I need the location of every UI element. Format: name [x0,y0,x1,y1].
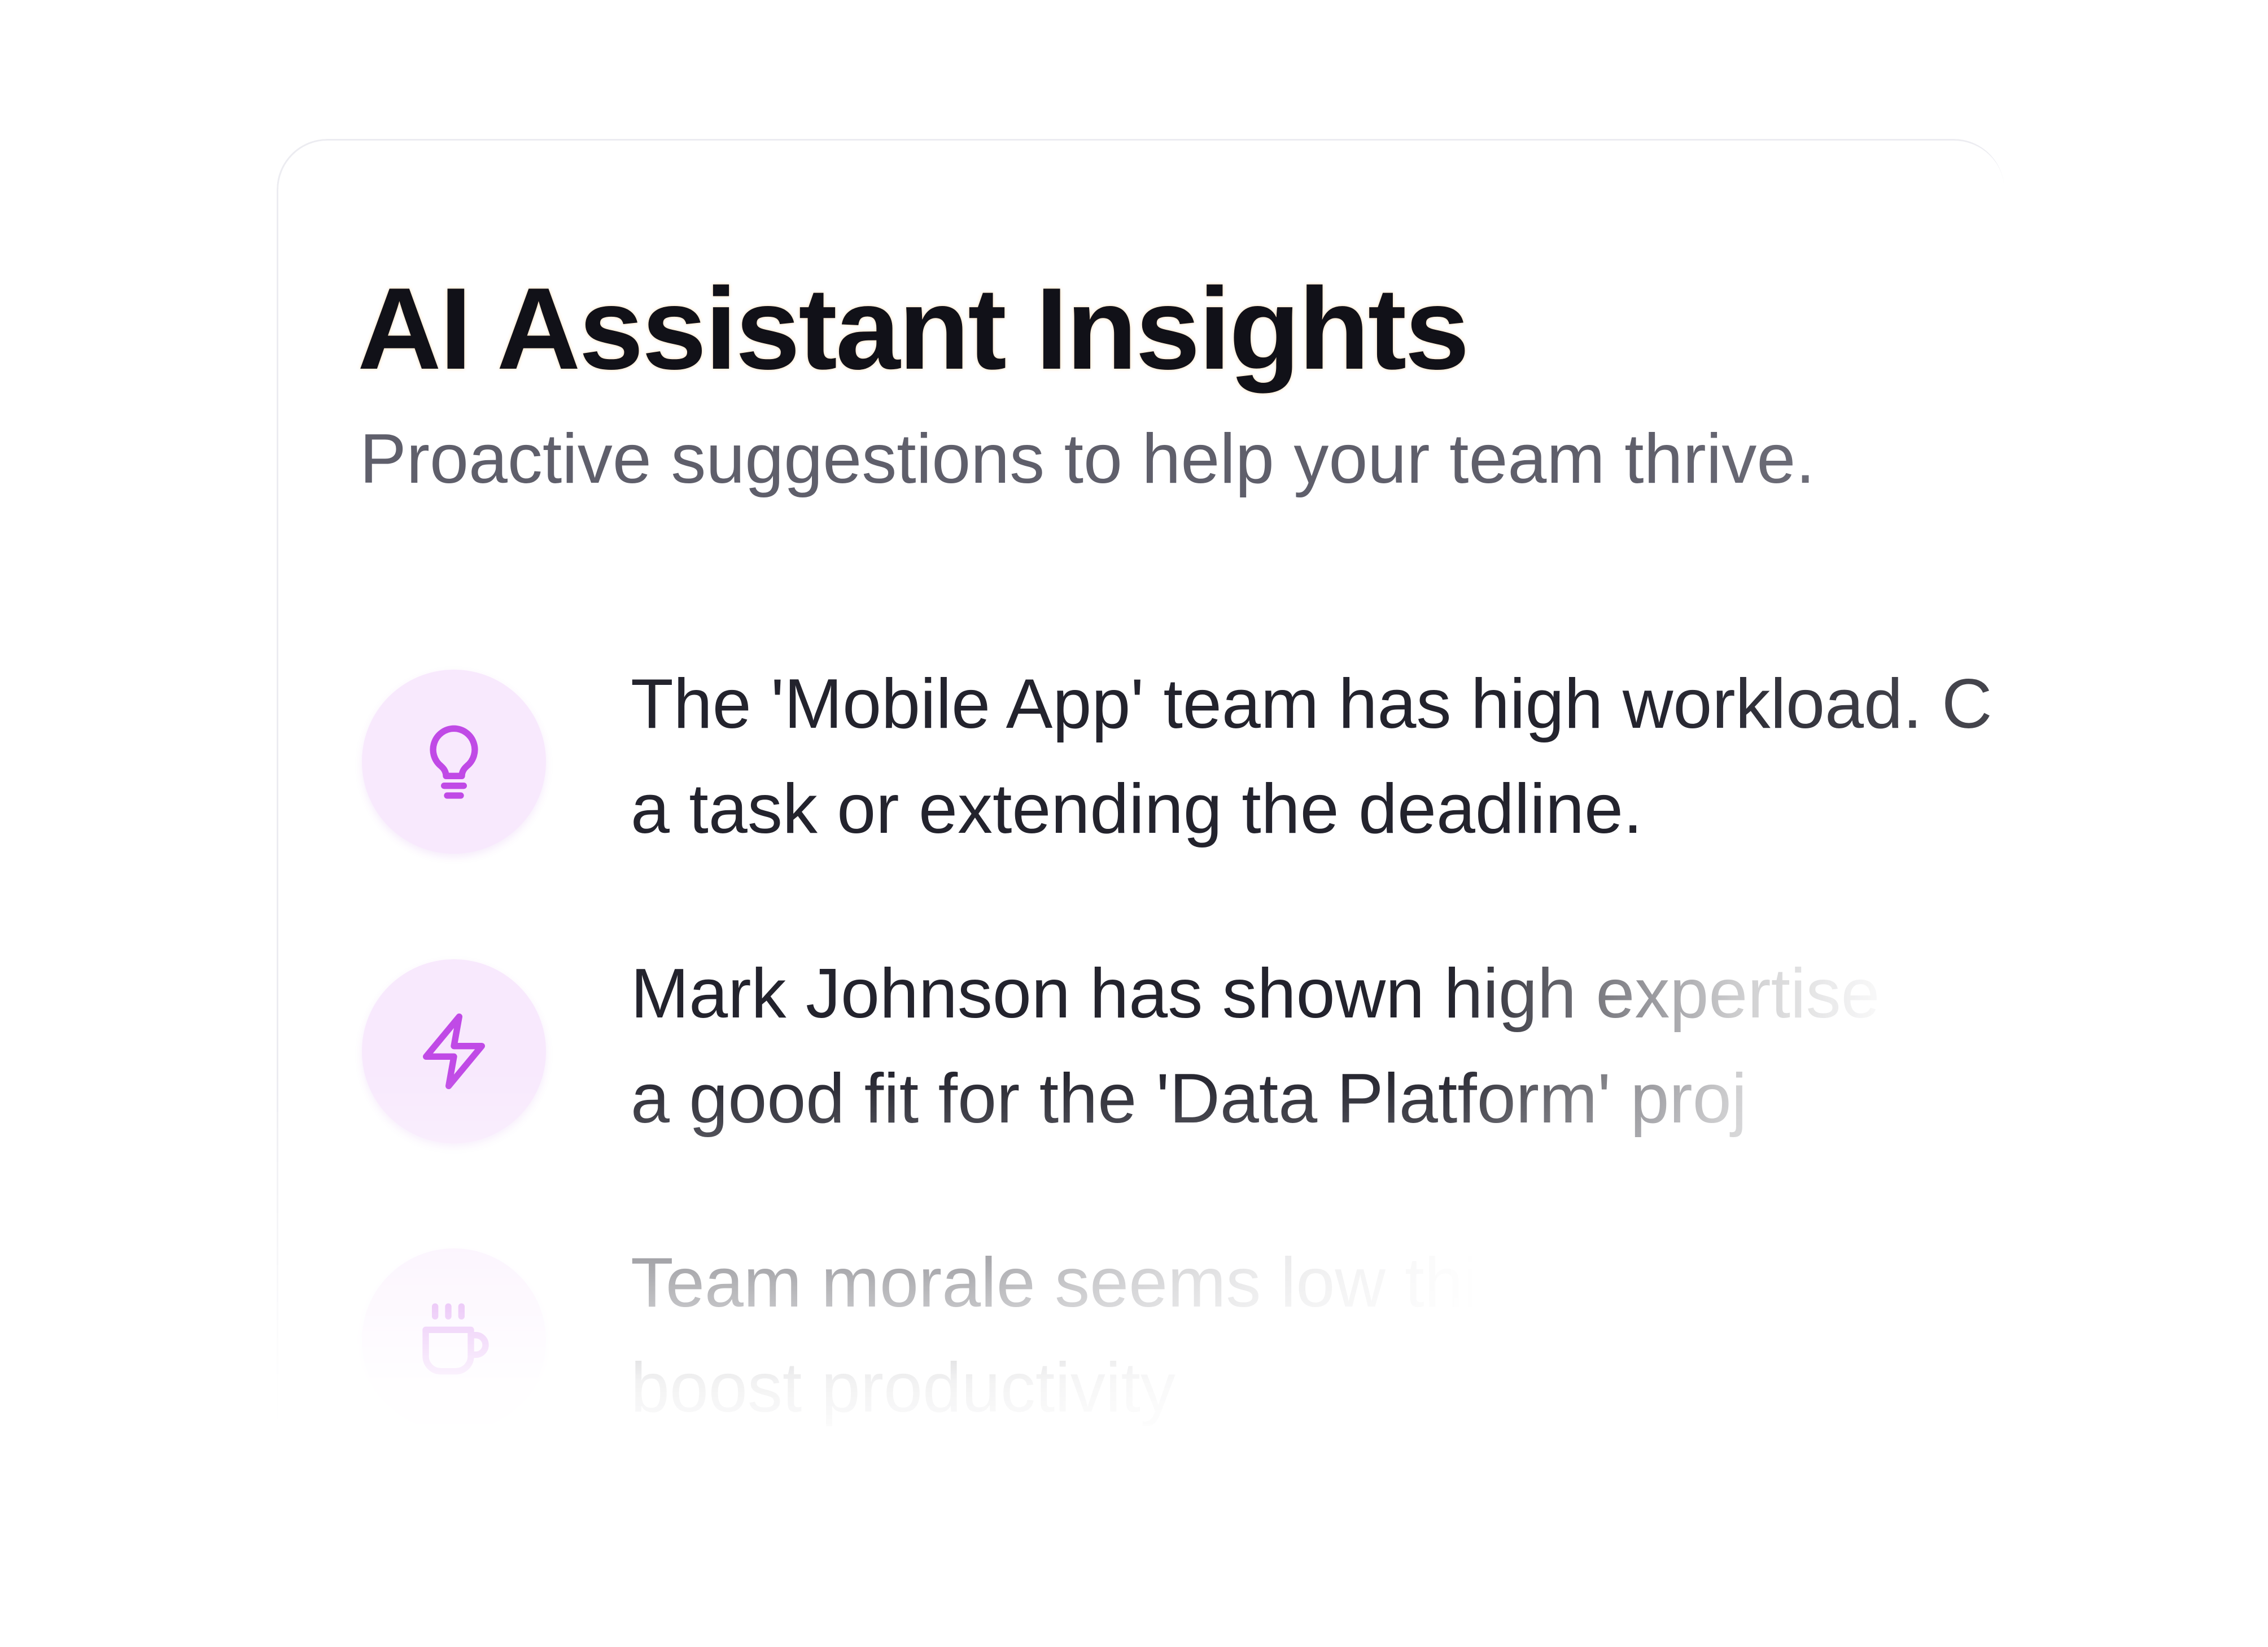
insight-text-line-2: boost productivity [631,1349,1175,1427]
panel-title: AI Assistant Insights [357,264,1470,394]
insight-item-expertise[interactable]: Mark Johnson has shown high expertise a … [278,941,2004,1167]
insight-text-line-1: Mark Johnson has shown high expertise [631,955,1880,1033]
insight-item-workload[interactable]: The 'Mobile App' team has high workload.… [278,652,2004,877]
insight-text-line-1: Team morale seems low this w [631,1244,1584,1322]
lightbulb-icon [362,670,546,854]
ai-insights-card: AI Assistant Insights Proactive suggesti… [277,139,2004,1494]
card-content: AI Assistant Insights Proactive suggesti… [278,141,2004,1494]
insight-item-morale[interactable]: Team morale seems low this w boost produ… [278,1230,2004,1456]
insight-text-line-2: a good fit for the 'Data Platform' proj [631,1060,1747,1138]
lightning-bolt-icon [362,959,546,1143]
insight-text-line-1: The 'Mobile App' team has high workload.… [631,665,1992,743]
coffee-cup-icon [362,1248,546,1432]
insight-text-line-2: a task or extending the deadline. [631,770,1643,848]
panel-subtitle: Proactive suggestions to help your team … [360,420,1815,498]
